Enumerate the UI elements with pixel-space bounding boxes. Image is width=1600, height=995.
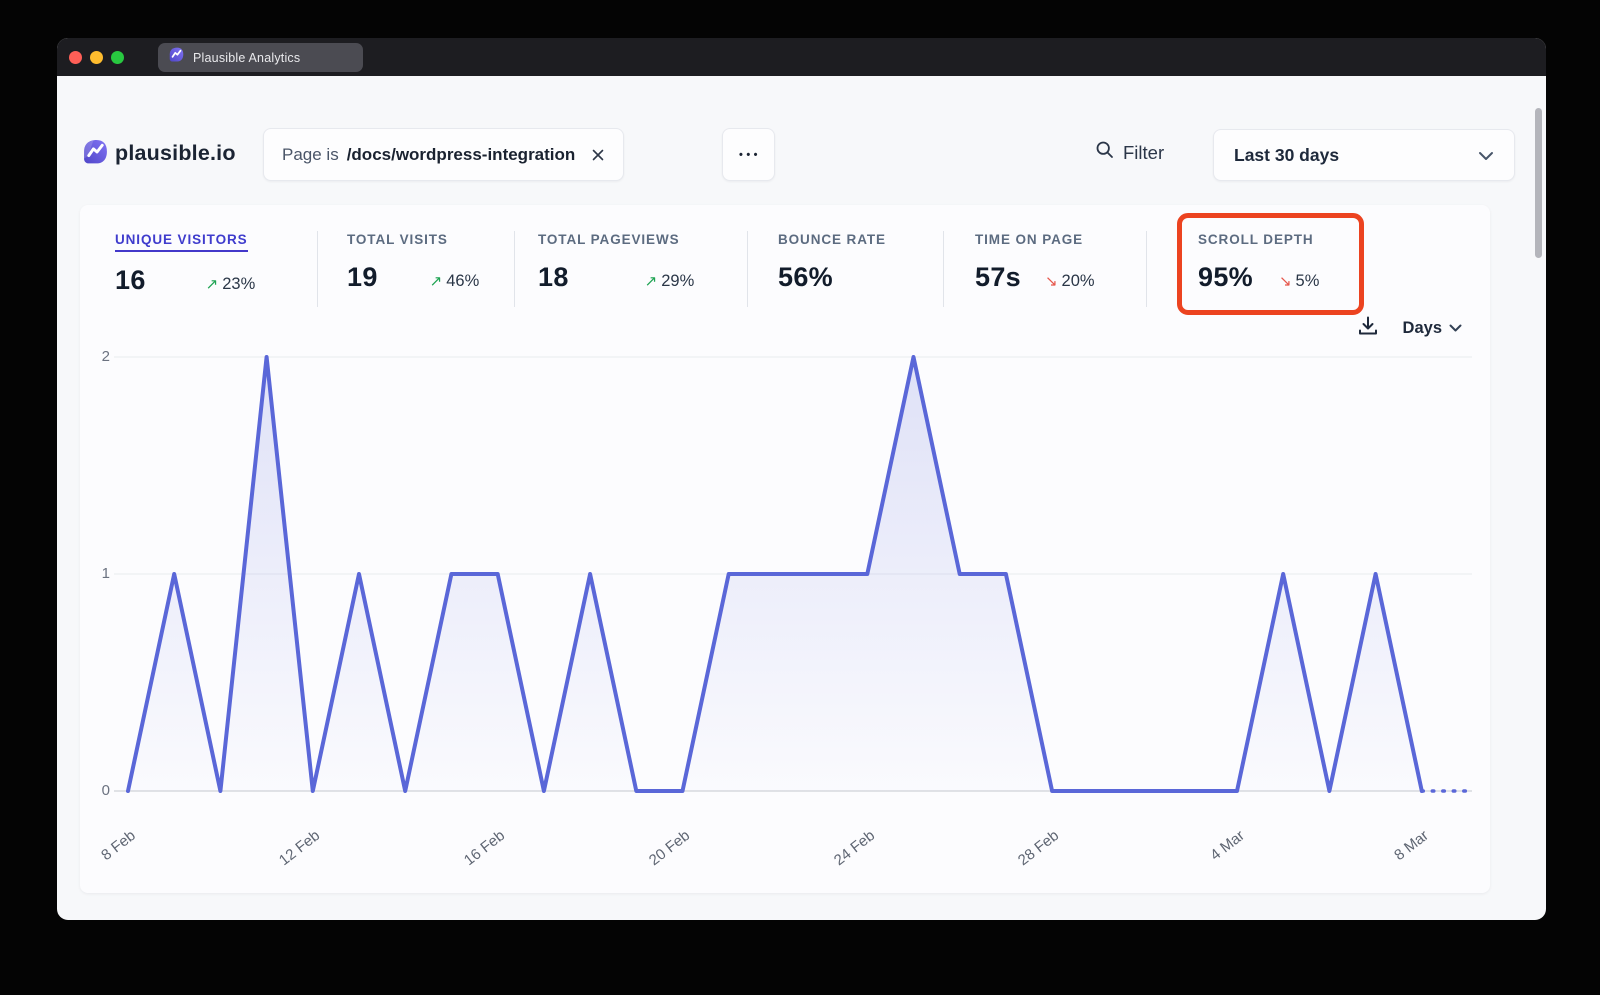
metric-total-pageviews[interactable]: TOTAL PAGEVIEWS 18 ↗29% xyxy=(538,231,694,293)
scrollbar-thumb[interactable] xyxy=(1535,108,1542,258)
minimize-window-button[interactable] xyxy=(90,51,103,64)
x-axis-tick: 20 Feb xyxy=(646,827,693,869)
x-axis-tick: 28 Feb xyxy=(1015,827,1062,869)
browser-tab[interactable]: Plausible Analytics xyxy=(158,43,363,72)
x-axis-tick: 4 Mar xyxy=(1207,827,1248,864)
metric-label: SCROLL DEPTH xyxy=(1198,232,1314,247)
ellipsis-icon: ••• xyxy=(736,149,761,161)
metric-value: 95% xyxy=(1198,262,1253,293)
browser-window: Plausible Analytics plausible.io Page is… xyxy=(57,38,1546,920)
x-axis-tick: 8 Feb xyxy=(98,827,139,864)
metric-value: 18 xyxy=(538,262,569,293)
x-axis-tick: 8 Mar xyxy=(1392,827,1433,864)
chevron-down-icon xyxy=(1449,319,1462,338)
interval-label: Days xyxy=(1403,319,1442,338)
metric-bounce-rate[interactable]: BOUNCE RATE 56% xyxy=(778,231,886,293)
trend-up-icon: ↗ xyxy=(645,272,658,290)
browser-titlebar: Plausible Analytics xyxy=(57,38,1546,76)
metric-change: 23% xyxy=(222,275,255,294)
trend-down-icon: ↘ xyxy=(1045,272,1058,290)
remove-filter-icon[interactable] xyxy=(591,148,605,162)
interval-dropdown[interactable]: Days xyxy=(1403,319,1462,338)
date-range-value: Last 30 days xyxy=(1234,145,1339,166)
date-range-dropdown[interactable]: Last 30 days xyxy=(1213,129,1515,181)
divider xyxy=(943,231,944,307)
metric-scroll-depth[interactable]: SCROLL DEPTH 95% ↘5% xyxy=(1198,231,1319,293)
metric-value: 16 xyxy=(115,265,146,296)
divider xyxy=(514,231,515,307)
metric-time-on-page[interactable]: TIME ON PAGE 57s ↘20% xyxy=(975,231,1095,293)
metric-change: 46% xyxy=(446,272,479,291)
metric-change: 29% xyxy=(661,272,694,291)
chevron-down-icon xyxy=(1478,145,1494,166)
filter-search-button[interactable]: Filter xyxy=(1095,140,1164,165)
more-options-button[interactable]: ••• xyxy=(722,128,775,181)
trend-up-icon: ↗ xyxy=(430,272,443,290)
metric-label: TOTAL PAGEVIEWS xyxy=(538,232,680,247)
visitors-line-chart[interactable]: 2 1 0 xyxy=(80,345,1480,805)
trend-up-icon: ↗ xyxy=(206,275,219,293)
window-controls xyxy=(69,51,124,64)
tab-title: Plausible Analytics xyxy=(193,51,300,65)
metric-change: 5% xyxy=(1296,272,1320,291)
metric-change: 20% xyxy=(1062,272,1095,291)
metric-unique-visitors[interactable]: UNIQUE VISITORS 16 ↗23% xyxy=(115,231,255,296)
chart-plot-area xyxy=(80,345,1480,805)
x-axis-tick: 16 Feb xyxy=(461,827,508,869)
plausible-favicon-icon xyxy=(169,47,184,68)
x-axis-labels: 8 Feb 12 Feb 16 Feb 20 Feb 24 Feb 28 Feb… xyxy=(80,813,1480,883)
divider xyxy=(317,231,318,307)
divider xyxy=(1146,231,1147,307)
metric-value: 57s xyxy=(975,262,1021,293)
filter-label: Filter xyxy=(1123,142,1164,164)
metric-label: UNIQUE VISITORS xyxy=(115,232,248,252)
close-window-button[interactable] xyxy=(69,51,82,64)
page-filter-chip[interactable]: Page is /docs/wordpress-integration xyxy=(263,128,624,181)
site-name[interactable]: plausible.io xyxy=(115,141,236,166)
stats-card: UNIQUE VISITORS 16 ↗23% TOTAL VISITS 19 … xyxy=(80,205,1490,893)
x-axis-tick: 24 Feb xyxy=(831,827,878,869)
metric-total-visits[interactable]: TOTAL VISITS 19 ↗46% xyxy=(347,231,479,293)
filter-chip-value: /docs/wordpress-integration xyxy=(347,145,576,165)
metric-value: 56% xyxy=(778,262,833,293)
metric-label: TIME ON PAGE xyxy=(975,232,1083,247)
divider xyxy=(747,231,748,307)
metric-value: 19 xyxy=(347,262,378,293)
zoom-window-button[interactable] xyxy=(111,51,124,64)
x-axis-tick: 12 Feb xyxy=(276,827,323,869)
metric-label: BOUNCE RATE xyxy=(778,232,886,247)
download-export-icon[interactable] xyxy=(1357,315,1379,342)
metric-label: TOTAL VISITS xyxy=(347,232,448,247)
plausible-logo-icon xyxy=(83,139,108,166)
filter-chip-prefix: Page is xyxy=(282,145,339,165)
search-icon xyxy=(1095,140,1115,165)
trend-down-icon: ↘ xyxy=(1279,272,1292,290)
